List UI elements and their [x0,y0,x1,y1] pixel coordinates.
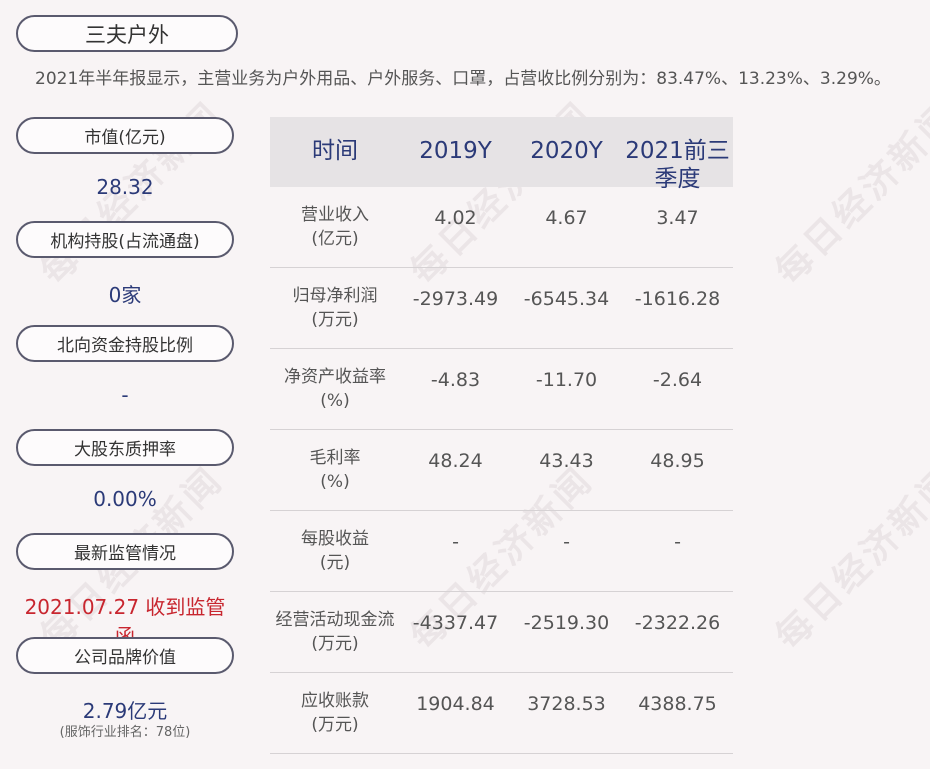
row-label-unit: (亿元) [311,229,359,249]
table-cell: -4.83 [430,369,481,391]
table-row: 营业收入 (亿元) 4.02 4.67 3.47 [270,187,733,268]
row-label-line1: 每股收益 [301,529,369,549]
watermark: 每日经济新闻 [768,94,930,293]
table-cell: 48.95 [650,450,705,472]
brand-value-value: 2.79亿元 [82,699,168,723]
row-label-unit: (万元) [311,715,359,735]
row-label: 归母净利润 (万元) [270,284,400,332]
table-cell: 3.47 [656,207,699,229]
market-cap-value: 28.32 [96,175,154,199]
table-row: 毛利率 (%) 48.24 43.43 48.95 [270,430,733,511]
row-label-unit: (%) [320,472,350,492]
northbound-holding-label: 北向资金持股比例 [16,325,234,362]
financial-table: 时间 2019Y 2020Y 2021前三 季度 营业收入 (亿元) 4.02 4… [270,117,733,754]
table-cell: - [452,531,459,553]
row-label-line1: 归母净利润 [292,286,378,306]
table-row: 每股收益 (元) - - - [270,511,733,592]
institutional-holdings-value: 0家 [108,283,142,307]
pledge-ratio-value: 0.00% [93,487,157,511]
northbound-holding-value: - [121,383,129,407]
table-cell: -11.70 [535,369,598,391]
table-cell: 4.67 [545,207,588,229]
regulatory-status-label: 最新监管情况 [16,533,234,570]
table-row: 经营活动现金流 (万元) -4337.47 -2519.30 -2322.26 [270,592,733,673]
row-label-line1: 毛利率 [309,448,361,468]
header-2021q3: 2021前三 季度 [622,137,733,193]
row-label-unit: (万元) [311,634,359,654]
row-label-line1: 净资产收益率 [284,367,386,387]
header-2019: 2019Y [419,138,492,164]
watermark: 每日经济新闻 [768,459,930,658]
table-cell: -2322.26 [634,612,721,634]
table-cell: -2.64 [652,369,703,391]
company-name-badge: 三夫户外 [16,15,238,52]
row-label-unit: (元) [319,553,351,573]
brand-value-label: 公司品牌价值 [16,637,234,674]
table-cell: 4388.75 [638,693,717,715]
row-label-unit: (%) [320,391,350,411]
pledge-ratio-label: 大股东质押率 [16,429,234,466]
table-cell: -2519.30 [523,612,610,634]
table-cell: -2973.49 [412,288,499,310]
table-cell: -6545.34 [523,288,610,310]
institutional-holdings-label: 机构持股(占流通盘) [16,221,234,258]
row-label: 毛利率 (%) [270,446,400,494]
header-2020: 2020Y [530,138,603,164]
row-label: 营业收入 (亿元) [270,203,400,251]
table-row: 净资产收益率 (%) -4.83 -11.70 -2.64 [270,349,733,430]
brand-rank-note: (服饰行业排名：78位) [59,725,191,740]
row-label-unit: (万元) [311,310,359,330]
row-label: 经营活动现金流 (万元) [270,608,400,656]
row-label-line1: 经营活动现金流 [275,610,395,630]
table-row: 应收账款 (万元) 1904.84 3728.53 4388.75 [270,673,733,754]
table-cell: -4337.47 [412,612,499,634]
table-cell: 43.43 [539,450,594,472]
header-time: 时间 [312,138,358,164]
table-cell: 4.02 [434,207,477,229]
row-label: 每股收益 (元) [270,527,400,575]
row-label-line1: 应收账款 [301,691,369,711]
table-cell: 1904.84 [416,693,495,715]
row-label: 净资产收益率 (%) [270,365,400,413]
table-cell: -1616.28 [634,288,721,310]
table-cell: - [563,531,570,553]
header-2021q3-line1: 2021前三 [625,138,730,164]
row-label: 应收账款 (万元) [270,689,400,737]
table-header: 时间 2019Y 2020Y 2021前三 季度 [270,117,733,192]
table-cell: 3728.53 [527,693,606,715]
table-cell: - [674,531,681,553]
market-cap-label: 市值(亿元) [16,117,234,154]
business-summary: 2021年半年报显示，主营业务为户外用品、户外服务、口罩，占营收比例分别为：83… [35,69,891,89]
table-cell: 48.24 [428,450,483,472]
table-row: 归母净利润 (万元) -2973.49 -6545.34 -1616.28 [270,268,733,349]
row-label-line1: 营业收入 [301,205,369,225]
